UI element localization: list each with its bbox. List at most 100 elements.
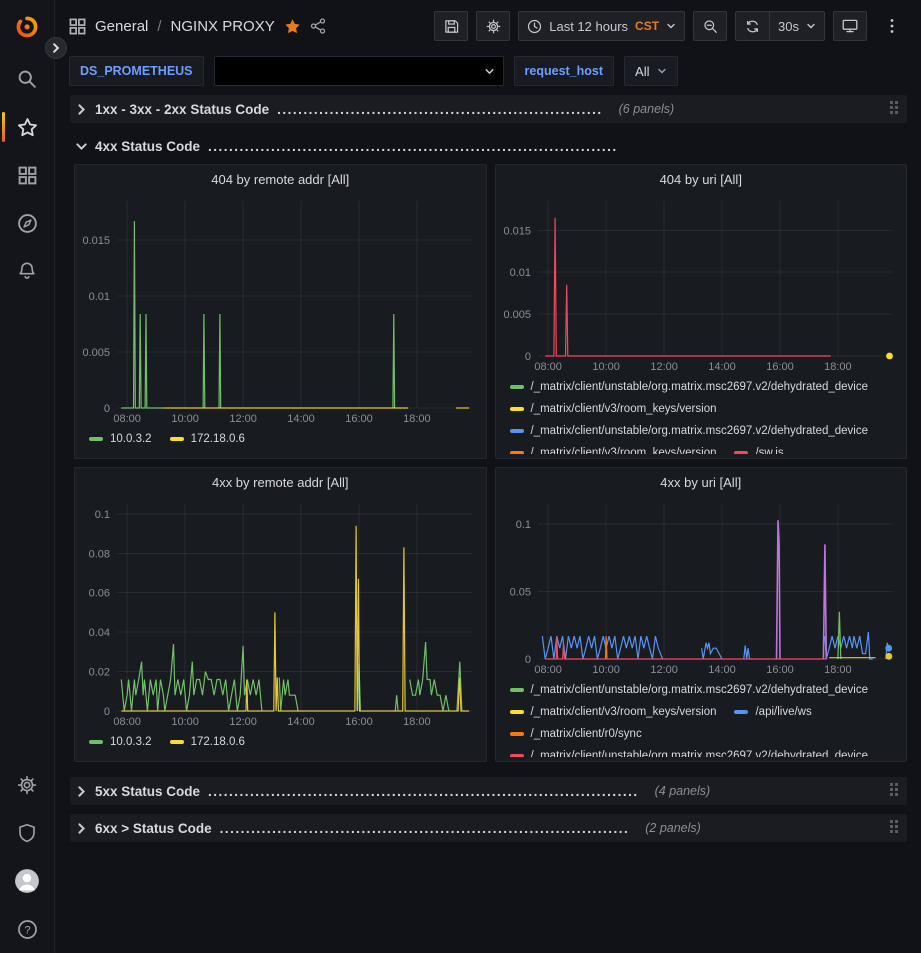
row-header-6xx[interactable]: 6xx > Status Code ......................… <box>70 814 907 842</box>
legend-item[interactable]: /_matrix/client/v3/room_keys/version <box>510 447 717 454</box>
time-range-picker[interactable]: Last 12 hours CST <box>518 11 685 41</box>
svg-text:0.05: 0.05 <box>509 587 530 599</box>
svg-text:18:00: 18:00 <box>403 413 431 425</box>
svg-text:0.04: 0.04 <box>89 627 110 639</box>
row-title: 4xx Status Code <box>95 139 200 154</box>
sidebar-item-profile[interactable] <box>0 857 54 905</box>
panel-title[interactable]: 4xx by uri [All] <box>496 468 907 496</box>
chevron-right-icon <box>51 43 61 53</box>
chevron-down-icon <box>806 21 816 31</box>
svg-text:14:00: 14:00 <box>287 716 315 728</box>
sidebar-item-starred[interactable] <box>0 103 54 151</box>
dashboard-settings-button[interactable] <box>476 11 510 41</box>
sidebar-item-server-admin[interactable] <box>0 809 54 857</box>
star-icon <box>17 117 38 138</box>
legend-item[interactable]: /_matrix/client/unstable/org.matrix.msc2… <box>510 425 869 437</box>
row-header-1xx-3xx-2xx[interactable]: 1xx - 3xx - 2xx Status Code ............… <box>70 95 907 123</box>
row-drag-handle[interactable] <box>890 783 899 797</box>
panel-title[interactable]: 404 by uri [All] <box>496 165 907 193</box>
row-title: 5xx Status Code <box>95 784 200 799</box>
row-title: 6xx > Status Code <box>95 821 212 836</box>
row-panel-count: (2 panels) <box>645 821 701 835</box>
row-header-4xx[interactable]: 4xx Status Code ........................… <box>70 132 907 160</box>
svg-text:0.005: 0.005 <box>82 347 110 359</box>
time-series-chart[interactable]: 00.0050.010.01508:0010:0012:0014:0016:00… <box>81 193 480 426</box>
shield-icon <box>17 823 37 843</box>
panel-4xx-by-remote-addr: 4xx by remote addr [All] 00.020.040.060.… <box>74 467 487 762</box>
zoom-out-icon <box>703 19 718 34</box>
svg-text:08:00: 08:00 <box>534 361 562 373</box>
top-navbar: General / NGINX PROXY <box>55 0 921 52</box>
legend-item[interactable]: /_matrix/client/unstable/org.matrix.msc2… <box>510 684 869 696</box>
breadcrumb-section[interactable]: General <box>95 18 148 35</box>
svg-text:18:00: 18:00 <box>824 361 852 373</box>
sidebar-item-search[interactable] <box>0 55 54 103</box>
chevron-down-icon <box>657 66 667 76</box>
refresh-button[interactable] <box>735 11 769 41</box>
sidebar-item-alerting[interactable] <box>0 247 54 295</box>
legend-item[interactable]: /_matrix/client/v3/room_keys/version <box>510 706 717 718</box>
panel-legend: 10.0.3.2 172.18.0.6 <box>75 729 486 757</box>
help-icon: ? <box>17 919 38 940</box>
legend-item[interactable]: /_matrix/client/unstable/org.matrix.msc2… <box>510 381 869 393</box>
zoom-out-button[interactable] <box>693 11 727 41</box>
sidebar: ? <box>0 0 55 953</box>
legend-item[interactable]: 10.0.3.2 <box>89 736 152 748</box>
legend-item[interactable]: /_matrix/client/v3/room_keys/version <box>510 403 717 415</box>
legend-item[interactable]: /_matrix/client/unstable/org.matrix.msc2… <box>510 750 869 757</box>
svg-text:0.02: 0.02 <box>89 667 110 679</box>
svg-text:12:00: 12:00 <box>229 413 257 425</box>
legend-item[interactable]: /api/live/ws <box>734 706 811 718</box>
sidebar-item-help[interactable]: ? <box>0 905 54 953</box>
row-title: 1xx - 3xx - 2xx Status Code <box>95 102 269 117</box>
chevron-down-icon <box>484 66 495 77</box>
svg-text:10:00: 10:00 <box>171 716 199 728</box>
breadcrumb: General / NGINX PROXY <box>69 18 326 35</box>
share-icon[interactable] <box>310 18 326 34</box>
panel-legend: /_matrix/client/unstable/org.matrix.msc2… <box>496 374 907 454</box>
timezone-label: CST <box>635 19 659 33</box>
svg-text:16:00: 16:00 <box>345 413 373 425</box>
svg-text:14:00: 14:00 <box>287 413 315 425</box>
sidebar-item-explore[interactable] <box>0 199 54 247</box>
save-dashboard-button[interactable] <box>434 11 468 41</box>
row-drag-handle[interactable] <box>890 101 899 115</box>
clock-icon <box>527 19 542 34</box>
legend-item[interactable]: /_matrix/client/r0/sync <box>510 728 642 740</box>
panel-title[interactable]: 4xx by remote addr [All] <box>75 468 486 496</box>
legend-item[interactable]: 172.18.0.6 <box>170 736 245 748</box>
sidebar-expand-button[interactable] <box>45 37 67 59</box>
panel-404-by-remote-addr: 404 by remote addr [All] 00.0050.010.015… <box>74 164 487 459</box>
favorite-star-icon[interactable] <box>284 18 301 35</box>
row-header-5xx[interactable]: 5xx Status Code ........................… <box>70 777 907 805</box>
request-host-select[interactable]: All <box>624 56 678 86</box>
breadcrumb-dashboard-title[interactable]: NGINX PROXY <box>171 18 275 35</box>
sidebar-item-dashboards[interactable] <box>0 151 54 199</box>
panel-title[interactable]: 404 by remote addr [All] <box>75 165 486 193</box>
time-series-chart[interactable]: 00.0050.010.01508:0010:0012:0014:0016:00… <box>502 193 901 374</box>
datasource-variable-label[interactable]: DS_PROMETHEUS <box>69 56 204 86</box>
row-drag-handle[interactable] <box>890 820 899 834</box>
svg-text:0.015: 0.015 <box>82 235 110 247</box>
request-host-variable-label[interactable]: request_host <box>514 56 615 86</box>
row-panel-count: (4 panels) <box>655 784 711 798</box>
breadcrumb-separator: / <box>157 18 161 35</box>
tv-mode-button[interactable] <box>833 11 867 41</box>
svg-text:?: ? <box>24 924 30 936</box>
sidebar-item-configuration[interactable] <box>0 761 54 809</box>
time-series-chart[interactable]: 00.020.040.060.080.108:0010:0012:0014:00… <box>81 496 480 729</box>
datasource-select[interactable] <box>214 56 504 86</box>
legend-item[interactable]: 10.0.3.2 <box>89 433 152 445</box>
svg-text:0.01: 0.01 <box>509 267 530 279</box>
svg-text:0: 0 <box>524 351 530 363</box>
time-series-chart[interactable]: 00.050.108:0010:0012:0014:0016:0018:00 <box>502 496 901 677</box>
svg-text:12:00: 12:00 <box>650 361 678 373</box>
legend-item[interactable]: /sw.js <box>734 447 783 454</box>
panel-grid: 404 by remote addr [All] 0 0.005 0.01 0.015… <box>70 160 907 768</box>
svg-text:16:00: 16:00 <box>345 716 373 728</box>
svg-text:08:00: 08:00 <box>113 716 141 728</box>
refresh-interval-select[interactable]: 30s <box>769 11 825 41</box>
legend-item[interactable]: 172.18.0.6 <box>170 433 245 445</box>
kebab-menu-button[interactable] <box>875 11 909 41</box>
svg-text:08:00: 08:00 <box>113 413 141 425</box>
